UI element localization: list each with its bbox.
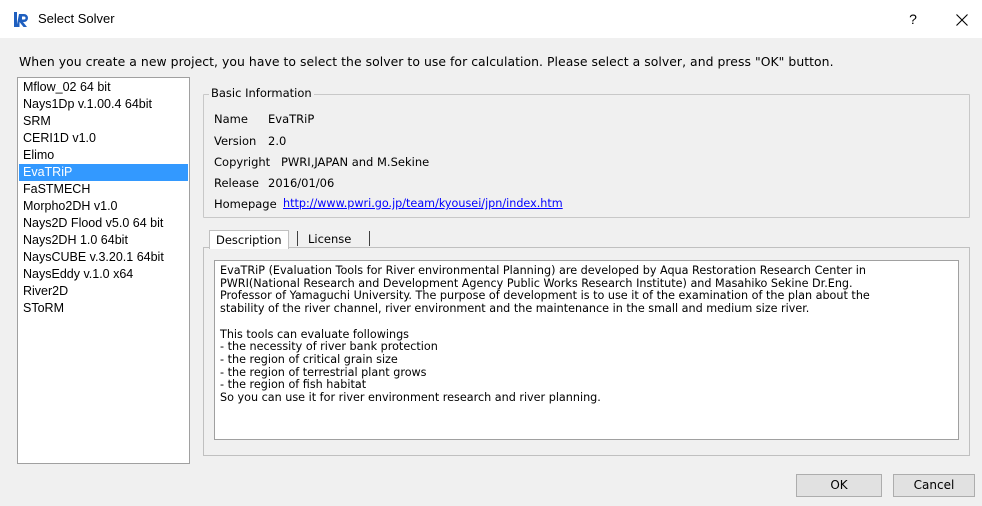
tab-description[interactable]: Description (209, 230, 289, 249)
name-value: EvaTRiP (268, 112, 315, 126)
release-value: 2016/01/06 (268, 176, 335, 190)
close-button[interactable] (950, 9, 974, 31)
solver-item-mflow[interactable]: Mflow_02 64 bit (19, 79, 188, 96)
name-label: Name (214, 112, 248, 126)
solver-item-nays1dp[interactable]: Nays1Dp v.1.00.4 64bit (19, 96, 188, 113)
title-bar: Select Solver ? (0, 0, 982, 38)
homepage-link[interactable]: http://www.pwri.go.jp/team/kyousei/jpn/i… (283, 197, 563, 210)
solver-item-storm[interactable]: SToRM (19, 300, 188, 317)
solver-item-ceri1d[interactable]: CERI1D v1.0 (19, 130, 188, 147)
close-icon (956, 14, 968, 26)
copyright-label: Copyright (214, 155, 271, 169)
solver-item-nayscube[interactable]: NaysCUBE v.3.20.1 64bit (19, 249, 188, 266)
solver-item-river2d[interactable]: River2D (19, 283, 188, 300)
help-button[interactable]: ? (904, 9, 922, 29)
version-value: 2.0 (268, 134, 287, 148)
cancel-button[interactable]: Cancel (893, 474, 975, 497)
solver-item-elimo[interactable]: Elimo (19, 147, 188, 164)
description-text: EvaTRiP (Evaluation Tools for River envi… (220, 264, 870, 405)
release-label: Release (214, 176, 259, 190)
solver-item-nays2d-flood[interactable]: Nays2D Flood v5.0 64 bit (19, 215, 188, 232)
tab-license[interactable]: License (302, 230, 357, 248)
iric-app-icon (14, 12, 28, 27)
tab-separator (369, 231, 370, 246)
solver-item-srm[interactable]: SRM (19, 113, 188, 130)
instruction-text: When you create a new project, you have … (19, 54, 834, 69)
version-label: Version (214, 134, 257, 148)
solver-item-morpho2dh[interactable]: Morpho2DH v1.0 (19, 198, 188, 215)
tab-separator (297, 231, 298, 246)
ok-button[interactable]: OK (796, 474, 882, 497)
solver-item-nays2dh[interactable]: Nays2DH 1.0 64bit (19, 232, 188, 249)
basic-information-title: Basic Information (209, 86, 314, 100)
homepage-label: Homepage (214, 197, 277, 211)
solver-item-fastmech[interactable]: FaSTMECH (19, 181, 188, 198)
window-title: Select Solver (38, 11, 115, 26)
solver-list[interactable]: Mflow_02 64 bit Nays1Dp v.1.00.4 64bit S… (17, 77, 190, 464)
solver-item-evatrip[interactable]: EvaTRiP (19, 164, 188, 181)
solver-item-nayseddy[interactable]: NaysEddy v.1.0 x64 (19, 266, 188, 283)
copyright-value: PWRI,JAPAN and M.Sekine (281, 155, 430, 169)
